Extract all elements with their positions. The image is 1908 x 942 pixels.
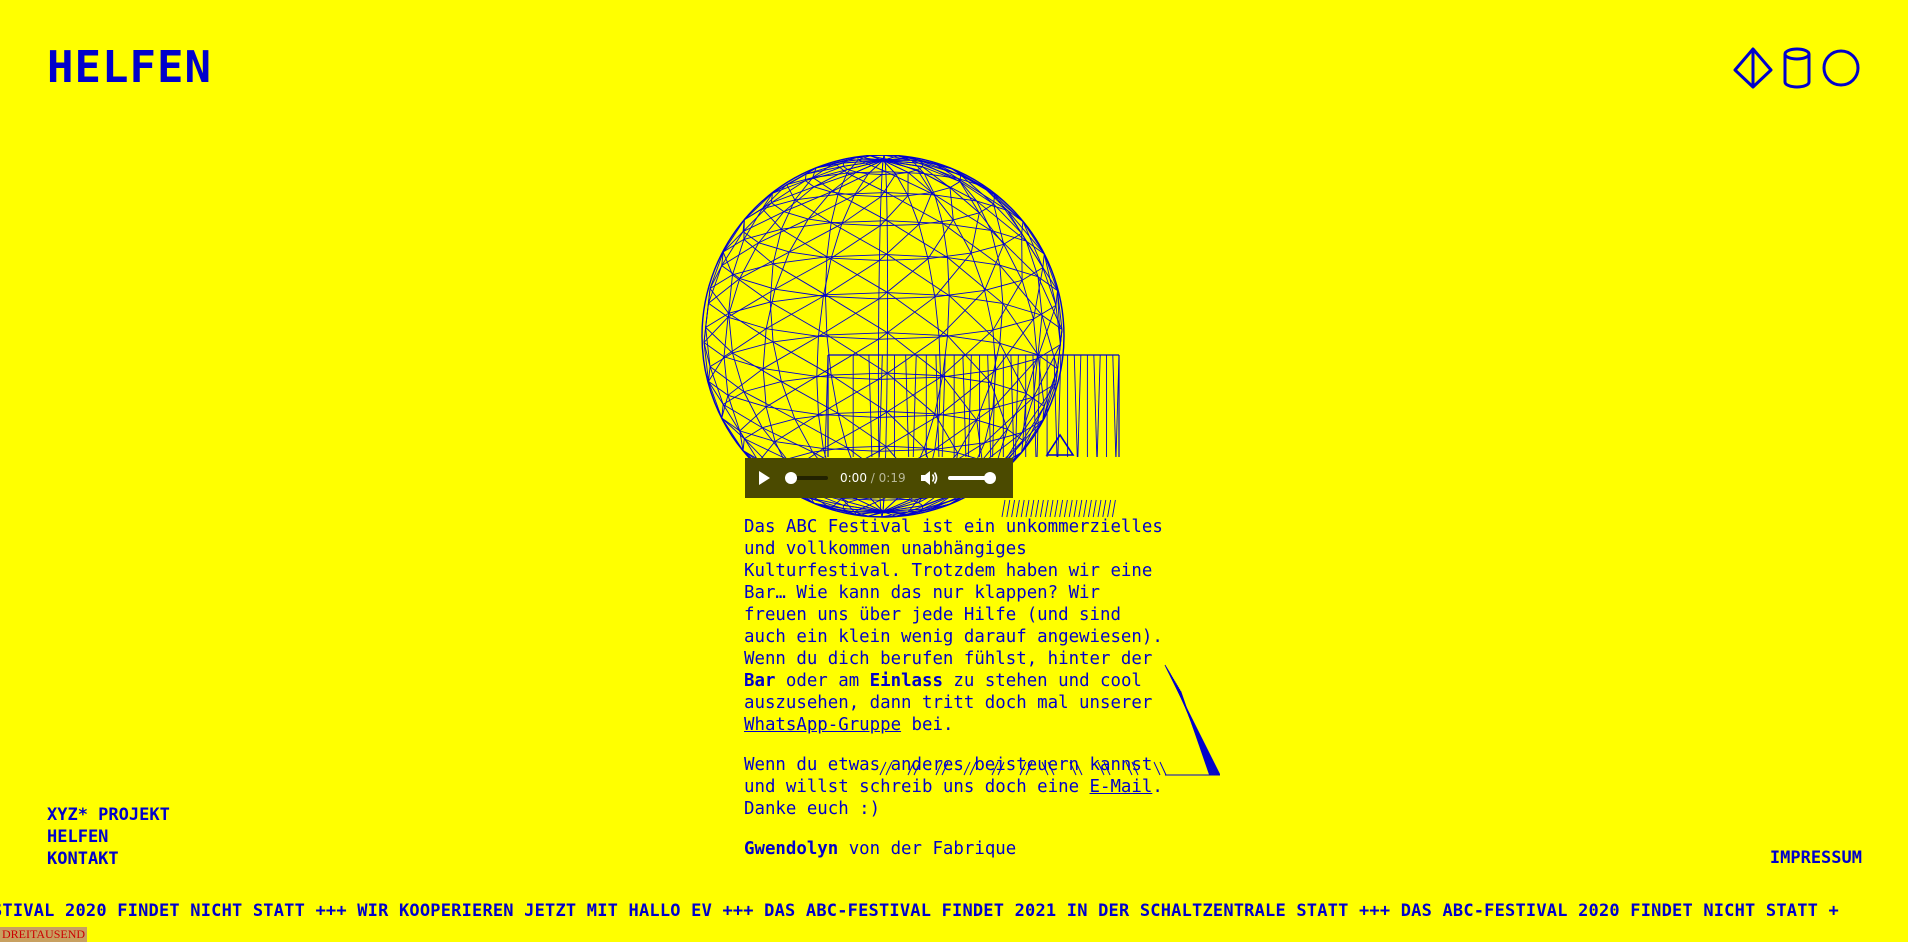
volume-icon[interactable]: [920, 470, 938, 486]
email-link[interactable]: E-Mail: [1090, 777, 1153, 797]
play-button[interactable]: [759, 471, 770, 485]
page-title: HELFEN: [47, 42, 212, 93]
top-icon-bar: [1732, 46, 1862, 90]
intro-text-2: oder am: [775, 671, 870, 691]
cylinder-icon[interactable]: [1780, 46, 1814, 90]
audio-player[interactable]: 0:00 / 0:19: [745, 458, 1013, 498]
nav-link-helfen[interactable]: HELFEN: [47, 826, 170, 848]
news-ticker: STIVAL 2020 FINDET NICHT STATT +++ WIR K…: [0, 901, 1839, 921]
signature: Gwendolyn von der Fabrique: [744, 838, 1164, 860]
signature-name: Gwendolyn: [744, 839, 839, 859]
volume-knob[interactable]: [983, 472, 996, 484]
email-paragraph: Wenn du etwas anderes beisteuern kannst …: [744, 754, 1164, 820]
progress-knob[interactable]: [785, 472, 797, 484]
volume-slider[interactable]: [947, 472, 996, 484]
intro-text-4: bei.: [901, 715, 954, 735]
footer-nav: XYZ* PROJEKT HELFEN KONTAKT: [47, 804, 170, 870]
whatsapp-group-link[interactable]: WhatsApp-Gruppe: [744, 715, 901, 735]
visitor-counter: DREITAUSEND: [0, 927, 88, 942]
einlass-label: Einlass: [869, 671, 943, 691]
circle-icon[interactable]: [1820, 46, 1862, 90]
signature-rest: von der Fabrique: [838, 839, 1017, 859]
audio-duration: 0:19: [878, 471, 906, 485]
pyramid-icon[interactable]: [1732, 46, 1774, 90]
page: HELFEN 0:00 / 0:19 Das ABC Festival ist …: [0, 0, 1908, 942]
intro-paragraph: Das ABC Festival ist ein unkommerzielles…: [744, 516, 1164, 736]
intro-text-1: Das ABC Festival ist ein unkommerzielles…: [744, 517, 1163, 669]
bar-label: Bar: [744, 671, 776, 691]
audio-time-separator: /: [870, 471, 875, 485]
audio-current-time: 0:00: [840, 471, 867, 485]
nav-link-kontakt[interactable]: KONTAKT: [47, 848, 170, 870]
nav-link-projekt[interactable]: XYZ* PROJEKT: [47, 804, 170, 826]
audio-time: 0:00 / 0:19: [840, 471, 906, 485]
main-content: Das ABC Festival ist ein unkommerzielles…: [744, 516, 1164, 878]
audio-progress-slider[interactable]: [785, 472, 828, 484]
impressum-link[interactable]: IMPRESSUM: [1770, 848, 1862, 868]
